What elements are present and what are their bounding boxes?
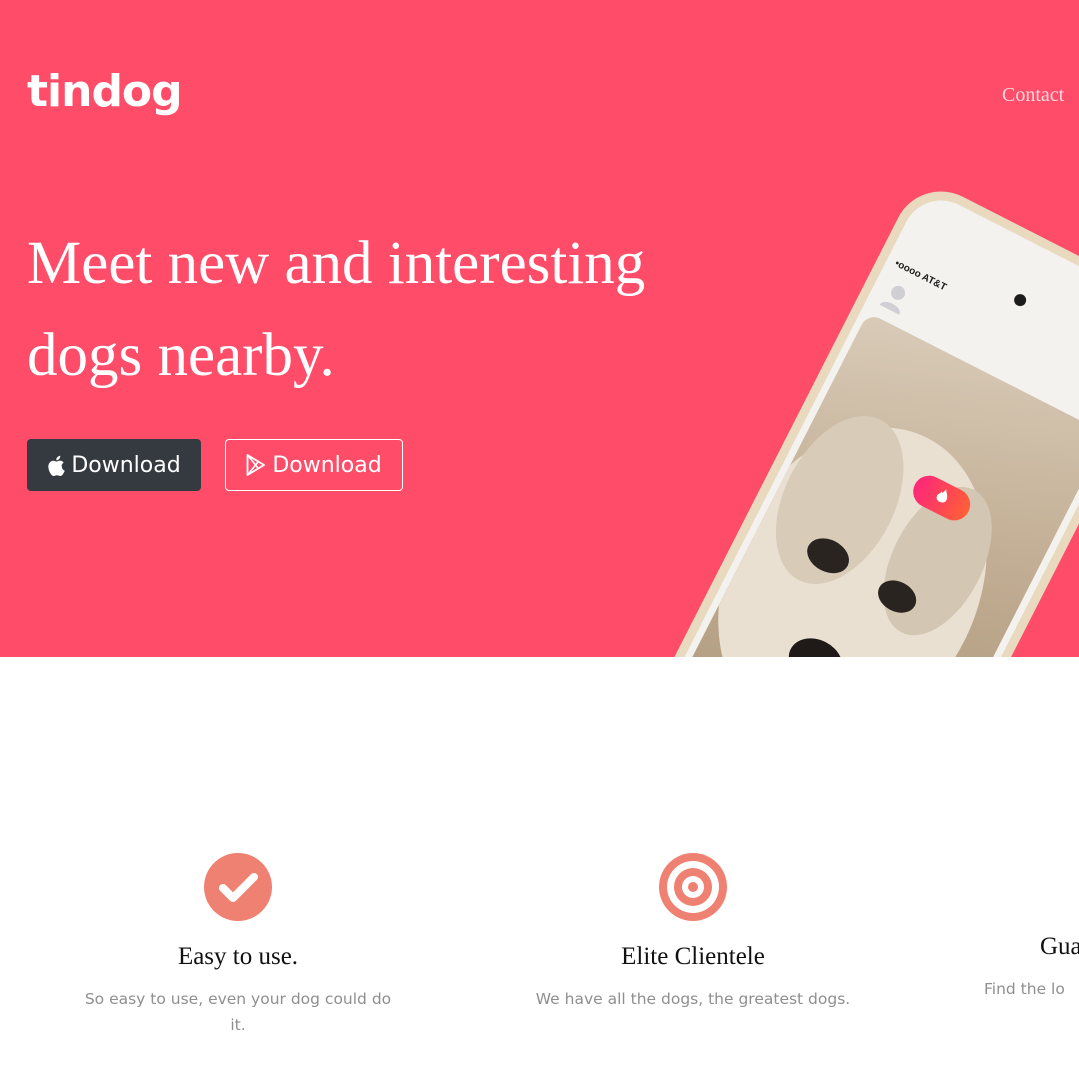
bullseye-icon <box>513 852 873 922</box>
flame-icon <box>930 485 953 512</box>
nav-link-contact[interactable]: Contact <box>1002 84 1064 107</box>
hero-headline: Meet new and interesting dogs nearby. <box>27 218 727 402</box>
feature-elite-clientele: Elite Clientele We have all the dogs, th… <box>513 852 873 1012</box>
hero-section: tindog Contact Meet new and interesting … <box>0 0 1079 657</box>
feature-title: Easy to use. <box>177 943 299 970</box>
brand-logo[interactable]: tindog <box>27 70 183 114</box>
feature-text: We have all the dogs, the greatest dogs. <box>535 990 851 1008</box>
feature-easy-to-use: Easy to use. So easy to use, even your d… <box>58 852 418 1038</box>
apple-icon <box>47 455 66 476</box>
feature-text: Find the lo <box>984 980 1065 998</box>
google-play-download-label: Download <box>272 452 382 478</box>
google-play-icon <box>246 454 266 476</box>
feature-guaranteed: Gua Find the lo <box>968 852 1079 1002</box>
feature-title: Gua <box>1040 933 1079 960</box>
hero-headline-line1: Meet new and interesting <box>27 230 646 297</box>
app-store-download-label: Download <box>71 452 181 478</box>
check-circle-icon <box>58 852 418 922</box>
feature-text: So easy to use, even your dog could do i… <box>84 990 392 1034</box>
app-store-download-button[interactable]: Download <box>27 439 201 491</box>
google-play-download-button[interactable]: Download <box>225 439 403 491</box>
hero-headline-line2: dogs nearby. <box>27 322 335 389</box>
feature-title: Elite Clientele <box>621 943 765 970</box>
